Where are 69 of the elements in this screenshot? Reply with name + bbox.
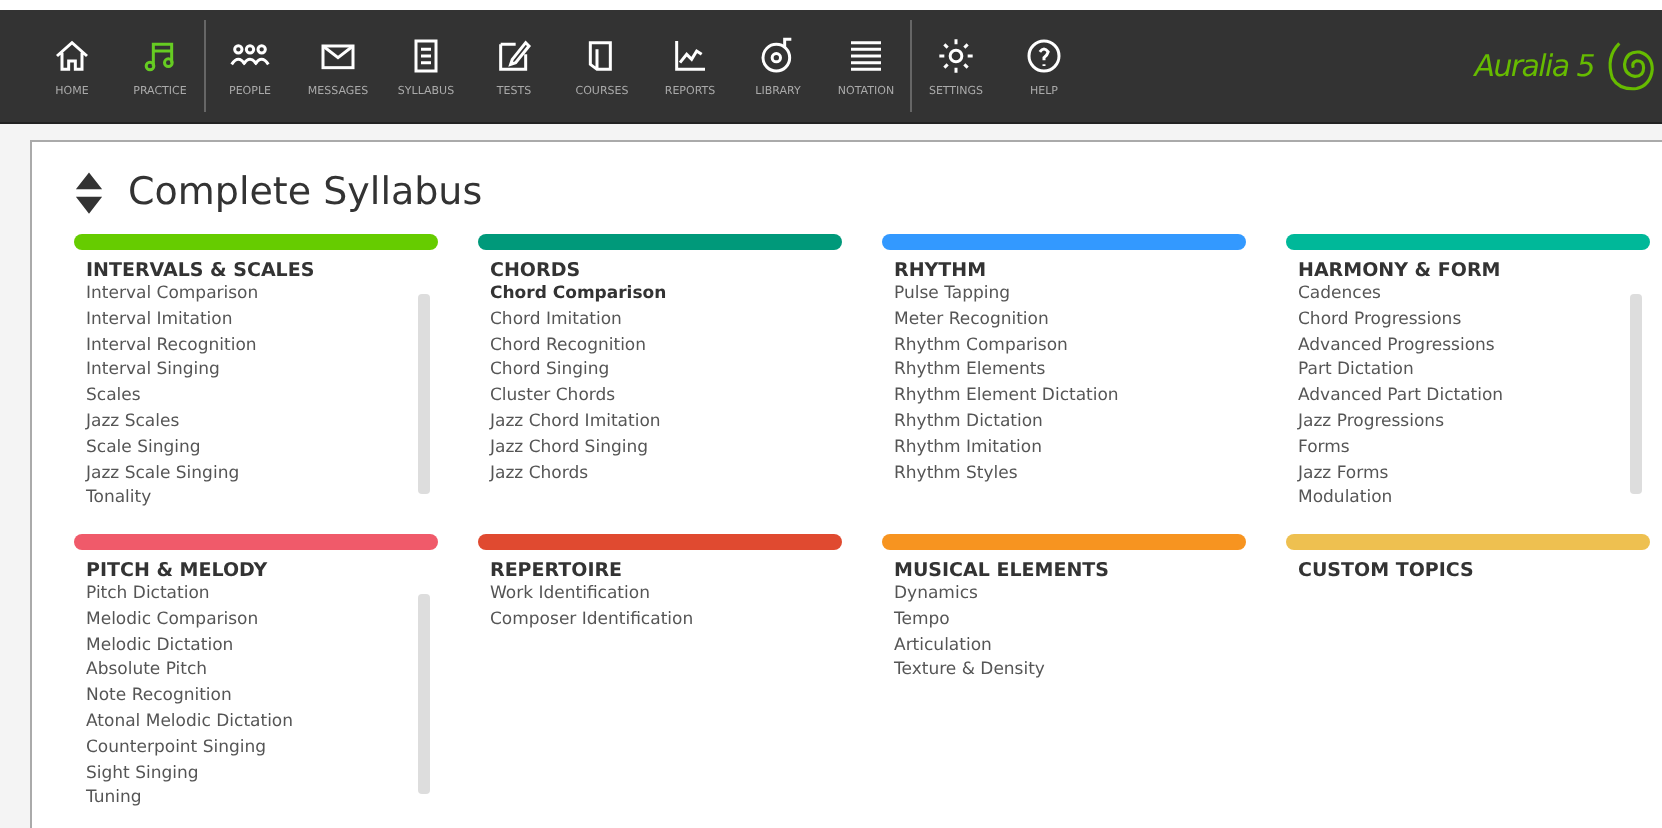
exercise-link[interactable]: Jazz Scale Singing <box>86 461 418 487</box>
exercise-link[interactable]: Advanced Part Dictation <box>1298 384 1630 410</box>
exercise-link[interactable]: Meter Recognition <box>894 307 1238 334</box>
scrollbar[interactable] <box>418 594 430 794</box>
category-heading[interactable]: CHORDS <box>478 250 842 282</box>
exercise-link[interactable]: Tempo <box>894 607 1238 634</box>
category-heading[interactable]: PITCH & MELODY <box>74 550 438 582</box>
exercise-link[interactable]: Forms <box>1298 435 1630 462</box>
exercise-link[interactable]: Scales <box>86 384 418 410</box>
exercise-link[interactable]: Jazz Chords <box>490 461 834 487</box>
exercise-link[interactable]: Jazz Progressions <box>1298 409 1630 436</box>
exercise-link[interactable]: Articulation <box>894 633 1238 659</box>
exercise-link[interactable]: Cluster Chords <box>490 384 834 410</box>
exercise-link[interactable]: Rhythm Dictation <box>894 409 1238 436</box>
exercise-link[interactable]: Melodic Dictation <box>86 633 418 659</box>
exercise-link[interactable]: Jazz Forms <box>1298 461 1630 487</box>
exercise-link[interactable]: Interval Recognition <box>86 333 418 359</box>
exercise-link[interactable]: Part Dictation <box>1298 358 1630 385</box>
exercise-link[interactable]: Modulation <box>1298 486 1630 513</box>
exercise-link[interactable]: Work Identification <box>490 582 834 608</box>
scrollbar[interactable] <box>418 294 430 494</box>
home-icon <box>52 35 92 75</box>
scrollbar[interactable] <box>1630 294 1642 494</box>
exercise-link[interactable]: Pulse Tapping <box>894 282 1238 308</box>
help-icon <box>1024 35 1064 75</box>
exercise-link[interactable]: Dynamics <box>894 582 1238 608</box>
exercise-link[interactable]: Scale Singing <box>86 435 418 462</box>
lines-icon <box>846 35 886 75</box>
exercise-link[interactable]: Rhythm Comparison <box>894 333 1238 359</box>
exercise-link[interactable]: Atonal Melodic Dictation <box>86 709 418 736</box>
category-heading[interactable]: RHYTHM <box>882 250 1246 282</box>
exercise-link[interactable]: Interval Singing <box>86 358 418 385</box>
exercise-link[interactable]: Chord Comparison <box>490 282 834 308</box>
exercise-link[interactable]: Chord Recognition <box>490 333 834 359</box>
exercise-link[interactable]: Absolute Pitch <box>86 658 418 685</box>
page-title: Complete Syllabus <box>128 170 483 214</box>
exercise-link[interactable]: Sight Singing <box>86 761 418 787</box>
sort-icon[interactable] <box>74 169 104 215</box>
exercise-link[interactable]: Counterpoint Singing <box>86 735 418 762</box>
category-heading[interactable]: CUSTOM TOPICS <box>1286 550 1650 582</box>
exercise-link[interactable]: Rhythm Styles <box>894 461 1238 487</box>
exercise-link[interactable]: Jazz Chord Singing <box>490 435 834 462</box>
category-heading[interactable]: INTERVALS & SCALES <box>74 250 438 282</box>
exercise-link[interactable]: Rhythm Imitation <box>894 435 1238 462</box>
settings-icon <box>936 35 976 75</box>
exercise-link[interactable]: Tuning <box>86 786 418 813</box>
exercise-link[interactable]: Chord Progressions <box>1298 307 1630 334</box>
pencil-icon <box>494 35 534 75</box>
exercise-link[interactable]: Tonality <box>86 486 418 513</box>
exercise-link[interactable]: Chord Imitation <box>490 307 834 334</box>
exercise-link[interactable]: Chord Singing <box>490 358 834 385</box>
exercise-link[interactable]: Advanced Progressions <box>1298 333 1630 359</box>
exercise-link[interactable]: Pitch Dictation <box>86 582 418 608</box>
exercise-link[interactable]: Composer Identification <box>490 607 834 634</box>
exercise-link[interactable]: Melodic Comparison <box>86 607 418 634</box>
exercise-link[interactable]: Interval Comparison <box>86 282 418 308</box>
exercise-link[interactable]: Jazz Scales <box>86 409 418 436</box>
exercise-link[interactable]: Jazz Chord Imitation <box>490 409 834 436</box>
exercise-link[interactable]: Texture & Density <box>894 658 1238 685</box>
category-heading[interactable]: REPERTOIRE <box>478 550 842 582</box>
category-heading[interactable]: HARMONY & FORM <box>1286 250 1650 282</box>
logo-text: Auralia 5 <box>1474 48 1594 84</box>
exercise-link[interactable]: Rhythm Elements <box>894 358 1238 385</box>
exercise-link[interactable]: Cadences <box>1298 282 1630 308</box>
line-chart-icon <box>670 35 710 75</box>
exercise-link[interactable]: Rhythm Element Dictation <box>894 384 1238 410</box>
category-heading[interactable]: MUSICAL ELEMENTS <box>882 550 1246 582</box>
exercise-link[interactable]: Interval Imitation <box>86 307 418 334</box>
exercise-link[interactable]: Note Recognition <box>86 684 418 710</box>
